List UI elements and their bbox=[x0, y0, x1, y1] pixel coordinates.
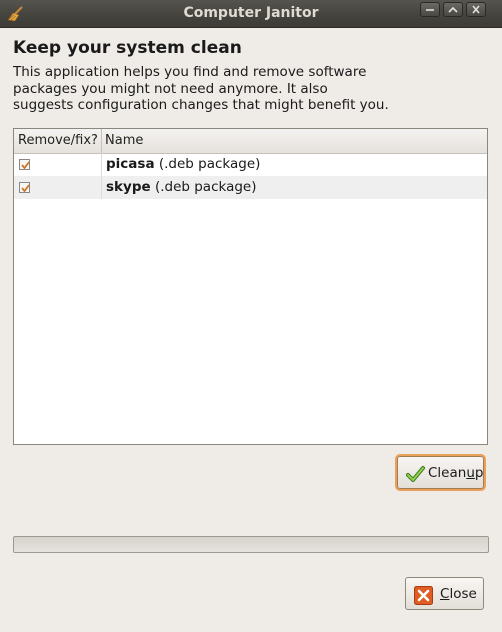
package-name: skype bbox=[106, 179, 151, 195]
column-header-name[interactable]: Name bbox=[105, 133, 143, 148]
description-line: packages you might not need anymore. It … bbox=[13, 80, 328, 97]
list-row-picasa[interactable]: picasa (.deb package) bbox=[14, 153, 487, 176]
close-icon bbox=[472, 5, 480, 14]
description-line: This application helps you find and remo… bbox=[13, 64, 367, 80]
list-row-skype[interactable]: skype (.deb package) bbox=[14, 176, 487, 199]
package-name: picasa bbox=[106, 156, 155, 172]
minimize-icon bbox=[426, 9, 434, 11]
close-button[interactable]: Close bbox=[405, 577, 484, 610]
minimize-button[interactable] bbox=[420, 2, 440, 17]
row-divider bbox=[101, 176, 102, 199]
cleanup-label: Cleanup bbox=[428, 465, 484, 481]
column-header-remove-fix[interactable]: Remove/fix? bbox=[18, 133, 98, 148]
package-name-cell: skype (.deb package) bbox=[106, 179, 257, 195]
remove-checkbox-picasa[interactable] bbox=[19, 159, 30, 170]
close-label: Close bbox=[440, 586, 477, 602]
row-divider bbox=[101, 153, 102, 176]
list-header: Remove/fix? Name bbox=[14, 129, 487, 154]
checkmark-icon bbox=[21, 161, 30, 170]
description: This application helps you find and remo… bbox=[13, 64, 483, 114]
cruft-list[interactable]: Remove/fix? Name picasa (.deb package) s… bbox=[13, 128, 488, 445]
title-bar[interactable]: Computer Janitor bbox=[0, 0, 502, 28]
description-line: suggests configuration changes that migh… bbox=[13, 97, 389, 113]
check-icon bbox=[406, 466, 425, 482]
computer-janitor-window: Computer Janitor Keep your system clean … bbox=[0, 0, 502, 632]
package-type: (.deb package) bbox=[158, 156, 261, 172]
remove-checkbox-skype[interactable] bbox=[19, 182, 30, 193]
column-divider[interactable] bbox=[101, 129, 102, 153]
cleanup-button[interactable]: Cleanup bbox=[397, 456, 484, 489]
checkmark-icon bbox=[21, 184, 30, 193]
package-name-cell: picasa (.deb package) bbox=[106, 156, 260, 172]
progress-bar bbox=[13, 536, 489, 553]
maximize-button[interactable] bbox=[443, 2, 463, 17]
page-heading: Keep your system clean bbox=[13, 38, 242, 58]
maximize-icon bbox=[448, 6, 458, 13]
close-x-icon bbox=[414, 586, 433, 605]
package-type: (.deb package) bbox=[154, 179, 257, 195]
window-close-button[interactable] bbox=[466, 2, 486, 17]
